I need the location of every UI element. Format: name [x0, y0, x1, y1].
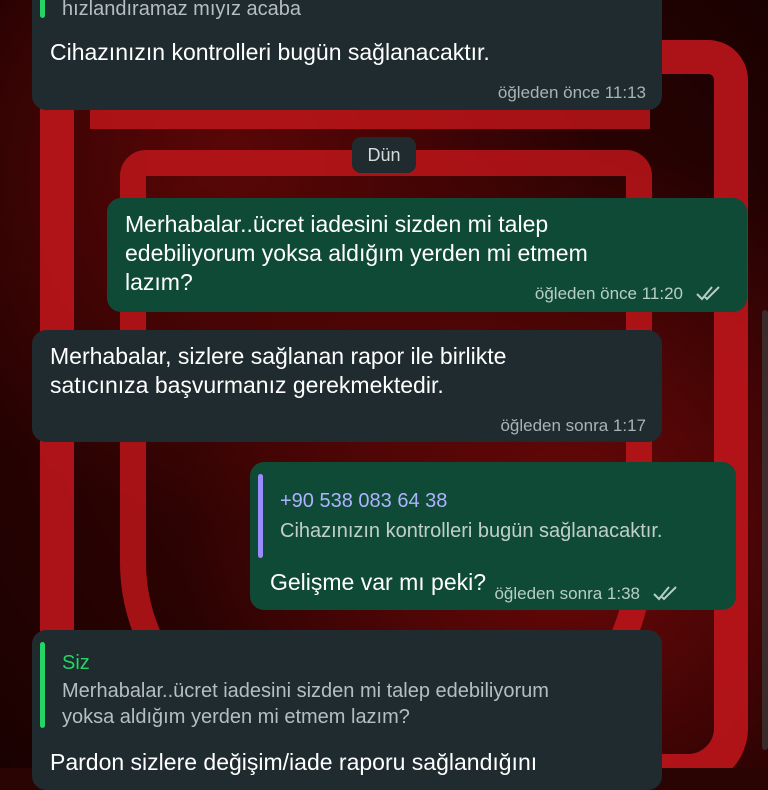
message-text: Cihazınızın kontrolleri bugün sağlanacak…	[50, 39, 490, 65]
date-separator: Dün	[352, 137, 416, 173]
message-bubble-incoming[interactable]: hızlandıramaz mıyız acaba Cihazınızın ko…	[32, 0, 662, 110]
reply-quote-text[interactable]: Cihazınızın kontrolleri bugün sağlanacak…	[280, 518, 662, 544]
message-time: öğleden sonra 1:38	[494, 584, 640, 603]
reply-quote-bar	[40, 0, 45, 18]
double-check-icon	[696, 286, 720, 301]
reply-quote-author[interactable]: +90 538 083 64 38	[280, 488, 447, 514]
message-text: Gelişme var mı peki?	[270, 569, 487, 595]
message-bubble-incoming[interactable]: Merhabalar, sizlere sağlanan rapor ile b…	[32, 330, 662, 442]
reply-quote-text[interactable]: Merhabalar..ücret iadesini sizden mi tal…	[62, 678, 549, 730]
message-time: öğleden sonra 1:17	[500, 416, 646, 435]
message-bubble-outgoing[interactable]: +90 538 083 64 38 Cihazınızın kontroller…	[250, 462, 736, 610]
message-text: Merhabalar, sizlere sağlanan rapor ile b…	[50, 343, 507, 398]
message-bubble-outgoing[interactable]: Merhabalar..ücret iadesini sizden mi tal…	[107, 198, 747, 312]
message-text: Pardon sizlere değişim/iade raporu sağla…	[50, 749, 538, 775]
message-bubble-incoming[interactable]: Siz Merhabalar..ücret iadesini sizden mi…	[32, 630, 662, 790]
reply-quote-author[interactable]: Siz	[62, 650, 90, 676]
chat-scrollbar[interactable]	[762, 310, 768, 750]
message-time: öğleden önce 11:20	[534, 284, 683, 303]
message-text: Merhabalar..ücret iadesini sizden mi tal…	[125, 211, 588, 295]
reply-quote-text: hızlandıramaz mıyız acaba	[62, 0, 301, 20]
reply-quote-bar	[258, 474, 263, 558]
message-time: öğleden önce 11:13	[497, 83, 646, 102]
reply-quote-bar	[40, 642, 45, 728]
double-check-icon	[653, 586, 677, 601]
